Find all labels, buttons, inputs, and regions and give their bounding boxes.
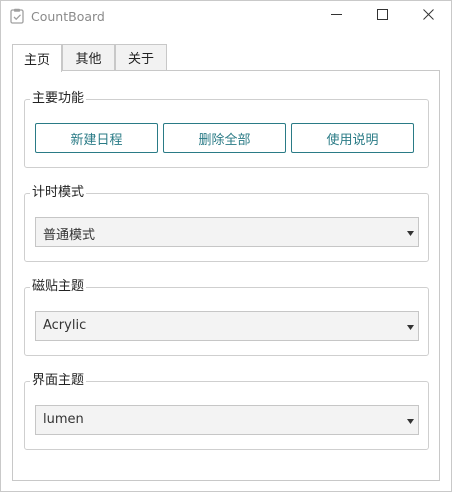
close-icon: [422, 9, 434, 24]
timer-mode-group: 计时模式 普通模式: [24, 184, 429, 262]
timer-mode-value: 普通模式: [43, 228, 96, 243]
instructions-button[interactable]: 使用说明: [291, 123, 414, 153]
main-functions-group: 主要功能 新建日程 删除全部 使用说明: [24, 90, 429, 168]
ui-theme-value: lumen: [43, 412, 84, 427]
tile-theme-value: Acrylic: [43, 318, 87, 333]
ui-theme-select[interactable]: lumen: [35, 405, 419, 435]
ui-theme-group: 界面主题 lumen: [24, 372, 429, 450]
minimize-icon: [330, 9, 342, 24]
app-window: CountBoard 主页 其他 关于 主要功能 新建日程 删除全部 使用说明: [0, 0, 452, 492]
tab-panel-home: 主要功能 新建日程 删除全部 使用说明 计时模式 普通模式 磁贴主题 Acryl…: [12, 70, 440, 481]
tab-other[interactable]: 其他: [62, 44, 115, 70]
clipboard-icon: [10, 8, 24, 24]
maximize-icon: [376, 9, 388, 24]
minimize-button[interactable]: [313, 1, 359, 32]
dropdown-arrow-icon: [407, 225, 414, 240]
timer-mode-select[interactable]: 普通模式: [35, 217, 419, 247]
tab-home[interactable]: 主页: [12, 44, 62, 72]
close-button[interactable]: [405, 1, 451, 32]
tile-theme-select[interactable]: Acrylic: [35, 311, 419, 341]
window-title: CountBoard: [31, 9, 105, 24]
timer-mode-label: 计时模式: [30, 184, 87, 202]
tab-about[interactable]: 关于: [115, 44, 167, 70]
new-schedule-button[interactable]: 新建日程: [35, 123, 158, 153]
dropdown-arrow-icon: [407, 319, 414, 334]
delete-all-button[interactable]: 删除全部: [163, 123, 286, 153]
ui-theme-label: 界面主题: [30, 372, 87, 390]
tile-theme-label: 磁贴主题: [30, 278, 87, 296]
main-functions-label: 主要功能: [30, 90, 87, 108]
dropdown-arrow-icon: [407, 413, 414, 428]
title-bar: CountBoard: [1, 1, 451, 32]
tile-theme-group: 磁贴主题 Acrylic: [24, 278, 429, 356]
maximize-button[interactable]: [359, 1, 405, 32]
